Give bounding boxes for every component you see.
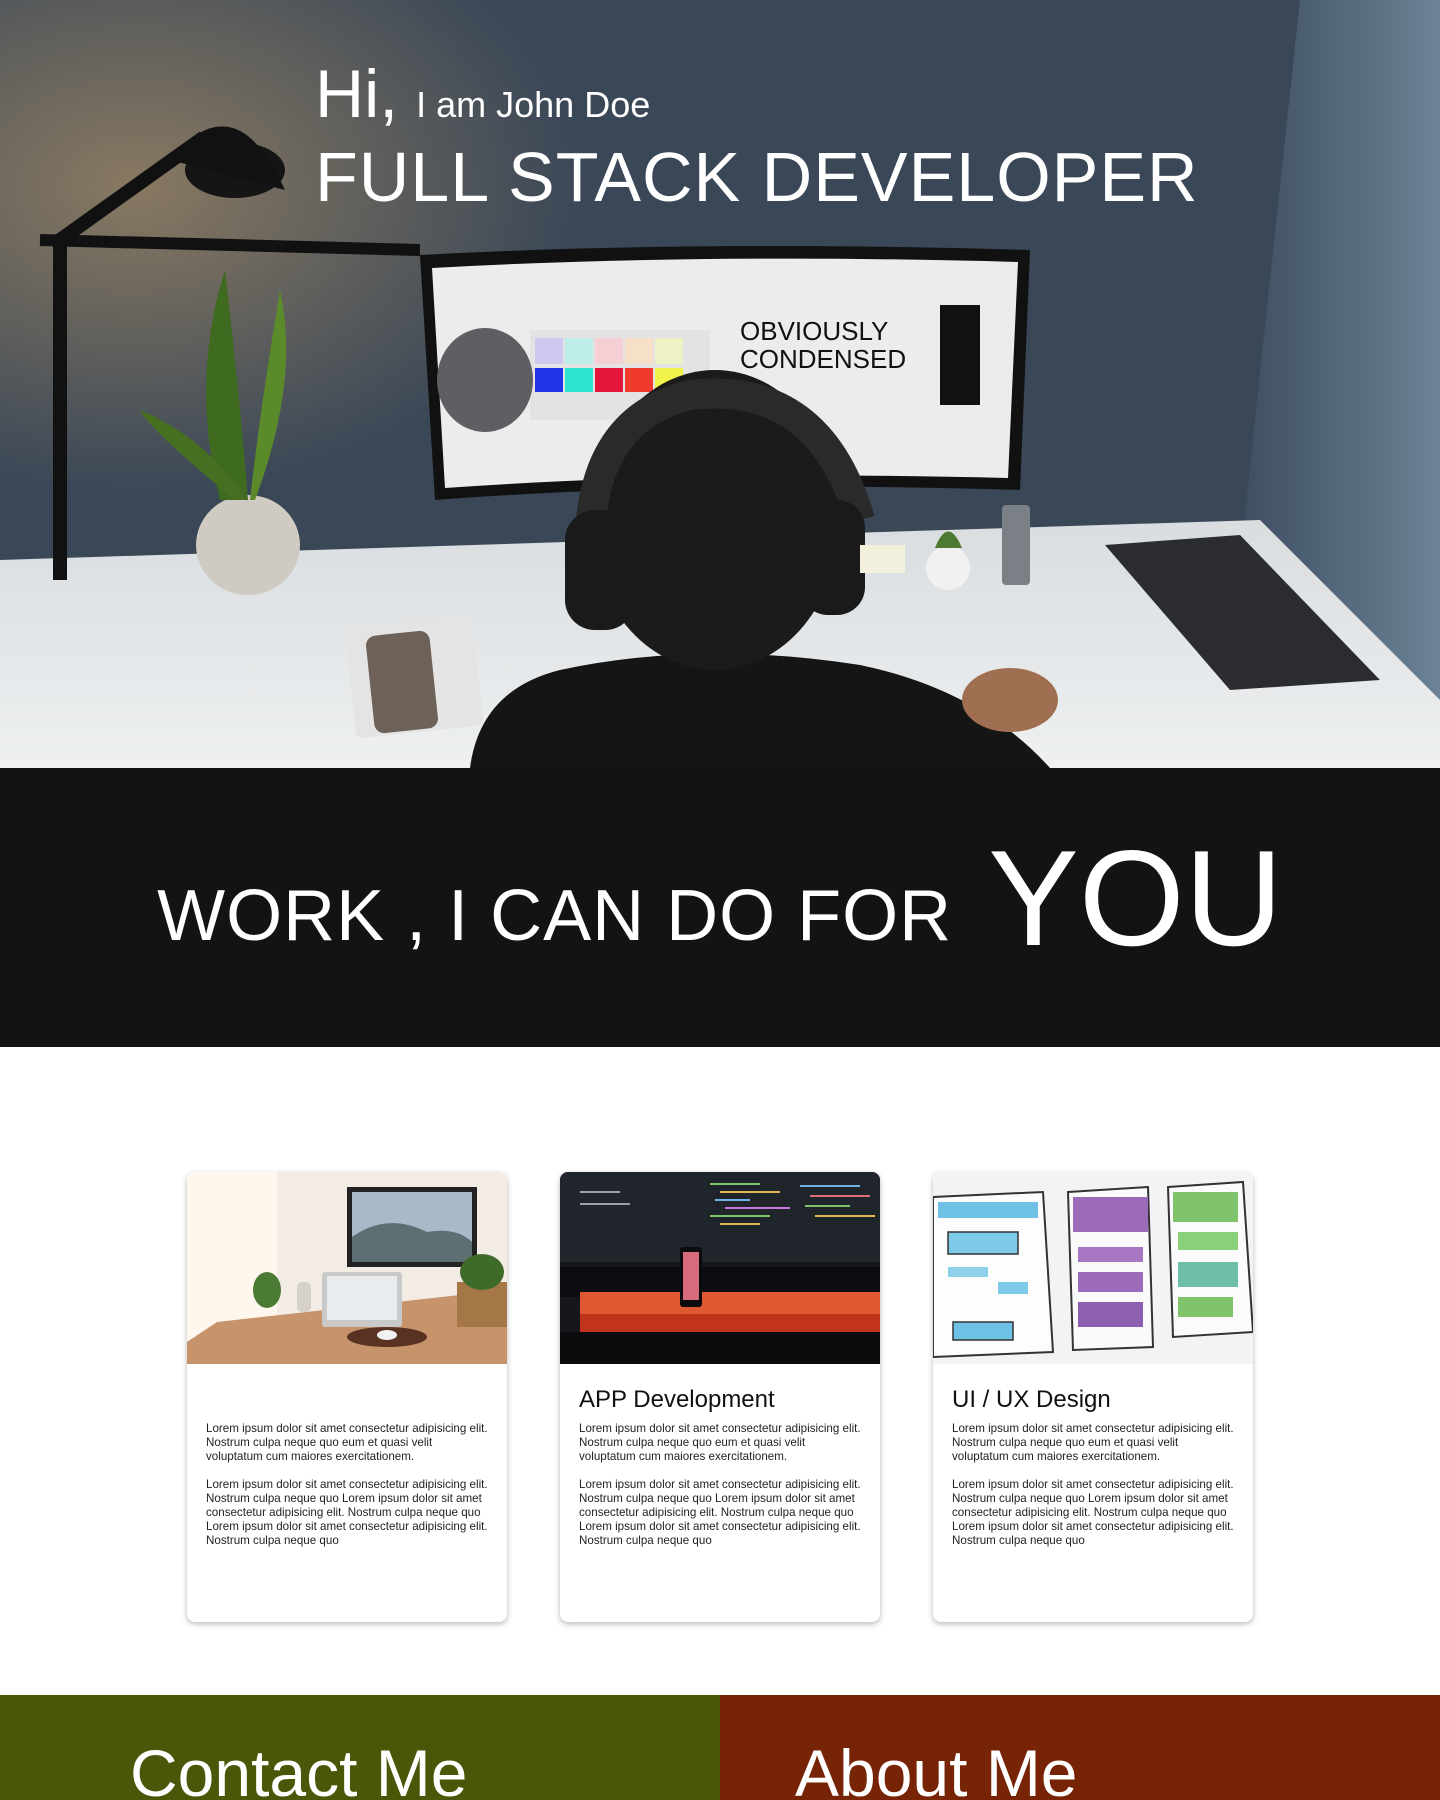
- contact-me-link[interactable]: Contact Me: [0, 1695, 720, 1800]
- screen-text-line2: CONDENSED: [740, 344, 906, 374]
- hero-role-title: FULL STACK DEVELOPER: [315, 138, 1199, 216]
- service-card-ui-ux-design[interactable]: UI / UX Design Lorem ipsum dolor sit ame…: [933, 1172, 1253, 1622]
- card-paragraph-2: Lorem ipsum dolor sit amet consectetur a…: [579, 1478, 861, 1547]
- hero-section: OBVIOUSLY CONDENSED Hi, I am John Doe FU…: [0, 0, 1440, 768]
- banner-emphasis-text: YOU: [988, 822, 1283, 975]
- card-image-workspace: [187, 1172, 507, 1364]
- contact-me-label: Contact Me: [130, 1736, 468, 1800]
- services-banner: WORK , I CAN DO FOR YOU: [0, 768, 1440, 1047]
- card-image-code-screens: [560, 1172, 880, 1364]
- card-paragraph-2: Lorem ipsum dolor sit amet consectetur a…: [952, 1478, 1234, 1547]
- hero-hi: Hi,: [315, 56, 399, 132]
- service-card-web[interactable]: Lorem ipsum dolor sit amet consectetur a…: [187, 1172, 507, 1622]
- card-title: APP Development: [579, 1386, 775, 1413]
- card-body: Lorem ipsum dolor sit amet consectetur a…: [187, 1364, 507, 1548]
- card-title: [206, 1386, 488, 1422]
- about-me-label: About Me: [795, 1736, 1078, 1800]
- about-me-link[interactable]: About Me: [720, 1695, 1440, 1800]
- card-image-wireframe-sketches: [933, 1172, 1253, 1364]
- service-cards: Lorem ipsum dolor sit amet consectetur a…: [187, 1172, 1253, 1622]
- hero-name: I am John Doe: [416, 84, 651, 125]
- card-body: UI / UX Design Lorem ipsum dolor sit ame…: [933, 1364, 1253, 1548]
- card-paragraph-1: Lorem ipsum dolor sit amet consectetur a…: [952, 1422, 1234, 1463]
- service-card-app-development[interactable]: APP Development Lorem ipsum dolor sit am…: [560, 1172, 880, 1622]
- card-title: UI / UX Design: [952, 1386, 1111, 1413]
- hero-intro: Hi, I am John Doe FULL STACK DEVELOPER: [315, 55, 1199, 217]
- screen-text-line1: OBVIOUSLY: [740, 316, 888, 346]
- card-paragraph-1: Lorem ipsum dolor sit amet consectetur a…: [206, 1422, 488, 1463]
- card-paragraph-1: Lorem ipsum dolor sit amet consectetur a…: [579, 1422, 861, 1463]
- hero-greeting: Hi, I am John Doe: [315, 55, 1199, 133]
- card-paragraph-2: Lorem ipsum dolor sit amet consectetur a…: [206, 1478, 488, 1547]
- cta-section: Contact Me About Me: [0, 1695, 1440, 1800]
- banner-lead-text: WORK , I CAN DO FOR: [157, 876, 953, 956]
- card-body: APP Development Lorem ipsum dolor sit am…: [560, 1364, 880, 1548]
- services-section: Lorem ipsum dolor sit amet consectetur a…: [0, 1047, 1440, 1695]
